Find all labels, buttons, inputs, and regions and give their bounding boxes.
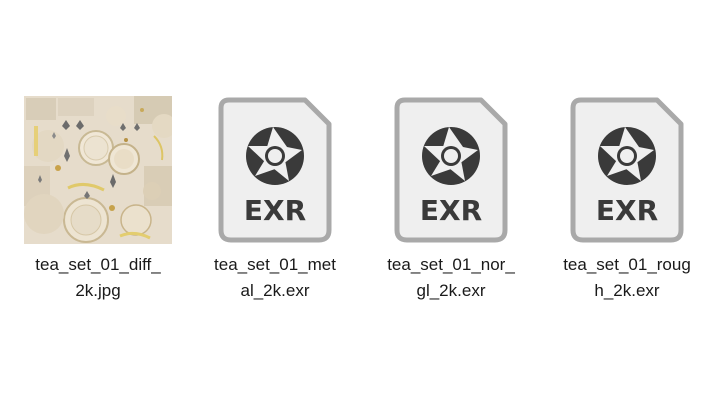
file-name-line-1: tea_set_01_met: [214, 255, 336, 274]
file-name-line-2: al_2k.exr: [240, 281, 310, 300]
aperture-icon: [246, 127, 304, 185]
file-name[interactable]: tea_set_01_roug h_2k.exr: [547, 252, 707, 304]
file-name[interactable]: tea_set_01_met al_2k.exr: [195, 252, 355, 304]
file-item-rough-exr[interactable]: EXR tea_set_01_roug h_2k.exr: [547, 94, 707, 304]
file-name[interactable]: tea_set_01_diff_ 2k.jpg: [18, 252, 178, 304]
file-item-normal-exr[interactable]: EXR tea_set_01_nor_ gl_2k.exr: [371, 94, 531, 304]
file-icon[interactable]: EXR: [371, 94, 531, 246]
file-name-line-1: tea_set_01_roug: [563, 255, 691, 274]
thumbnail[interactable]: [18, 94, 178, 246]
file-name[interactable]: tea_set_01_nor_ gl_2k.exr: [371, 252, 531, 304]
file-name-line-2: gl_2k.exr: [416, 281, 486, 300]
file-grid: tea_set_01_diff_ 2k.jpg EXR tea_set_01_m…: [0, 0, 720, 405]
file-name-line-2: 2k.jpg: [75, 281, 121, 300]
file-name-line-1: tea_set_01_nor_: [387, 255, 515, 274]
exr-file-icon: EXR: [394, 97, 508, 243]
file-item-diff-jpg[interactable]: tea_set_01_diff_ 2k.jpg: [18, 94, 178, 304]
aperture-icon: [422, 127, 480, 185]
file-icon[interactable]: EXR: [195, 94, 355, 246]
exr-file-icon: EXR: [218, 97, 332, 243]
exr-file-icon: EXR: [570, 97, 684, 243]
file-name-line-1: tea_set_01_diff_: [35, 255, 161, 274]
file-item-metal-exr[interactable]: EXR tea_set_01_met al_2k.exr: [195, 94, 355, 304]
file-type-badge: EXR: [420, 194, 482, 227]
file-type-badge: EXR: [244, 194, 306, 227]
file-icon[interactable]: EXR: [547, 94, 707, 246]
file-type-badge: EXR: [596, 194, 658, 227]
aperture-icon: [598, 127, 656, 185]
file-name-line-2: h_2k.exr: [594, 281, 660, 300]
image-thumbnail: [24, 96, 172, 244]
